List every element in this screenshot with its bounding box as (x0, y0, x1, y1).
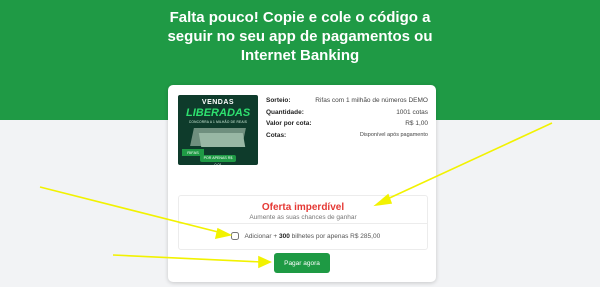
annotation-arrow-left (39, 186, 223, 234)
annotation-arrow-bottom (112, 254, 263, 263)
annotation-arrowhead-left (214, 227, 233, 240)
annotation-arrowhead-right (373, 193, 393, 207)
annotation-arrow-right (382, 122, 553, 202)
annotation-arrowhead-bottom (258, 255, 272, 269)
annotation-arrows (39, 122, 553, 269)
